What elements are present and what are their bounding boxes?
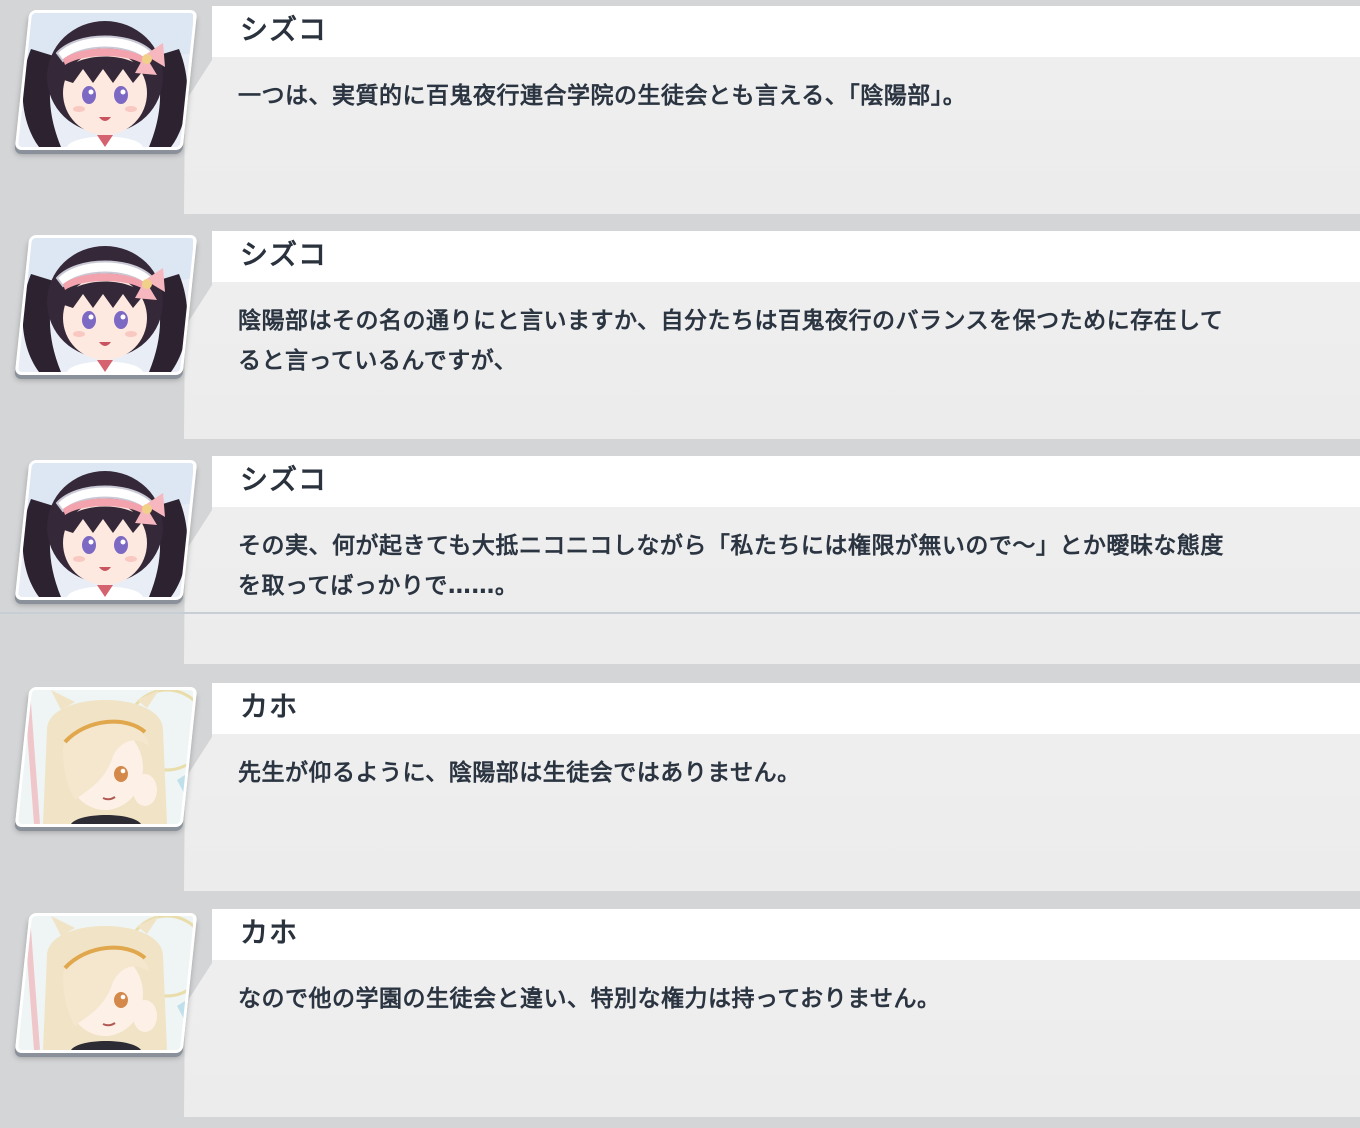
message-line: その実、何が起きても大抵ニコニコしながら「私たちには権限が無いので～」とか曖昧な… bbox=[238, 533, 1224, 559]
speaker-name: シズコ bbox=[240, 238, 328, 271]
message-line: 一つは、実質的に百鬼夜行連合学院の生徒会とも言える、「陰陽部」。 bbox=[238, 83, 967, 109]
speaker-name-strip bbox=[212, 456, 1360, 507]
message-line: 陰陽部はその名の通りにと言いますか、自分たちは百鬼夜行のバランスを保つために存在… bbox=[238, 308, 1224, 334]
speaker-name: カホ bbox=[240, 690, 299, 723]
shizuko-portrait[interactable] bbox=[14, 235, 198, 375]
speaker-name-strip bbox=[212, 683, 1360, 734]
shizuko-portrait[interactable] bbox=[14, 10, 198, 150]
kaho-portrait-image bbox=[17, 690, 193, 824]
shizuko-portrait[interactable] bbox=[14, 460, 198, 600]
speaker-name-strip bbox=[212, 231, 1360, 282]
message-entry: シズコ 陰陽部はその名の通りにと言いますか、自分たちは百鬼夜行のバランスを保つた… bbox=[0, 225, 1360, 450]
shizuko-portrait-image bbox=[17, 13, 193, 147]
kaho-portrait[interactable] bbox=[14, 913, 198, 1053]
speaker-name: シズコ bbox=[240, 13, 328, 46]
shizuko-portrait-image bbox=[17, 238, 193, 372]
speaker-name: カホ bbox=[240, 916, 299, 949]
message-text: その実、何が起きても大抵ニコニコしながら「私たちには権限が無いので～」とか曖昧な… bbox=[238, 526, 1318, 606]
kaho-portrait-image bbox=[17, 916, 193, 1050]
message-line: ると言っているんですが、 bbox=[238, 348, 518, 374]
speaker-name: シズコ bbox=[240, 463, 328, 496]
kaho-portrait[interactable] bbox=[14, 687, 198, 827]
message-line: を取ってばっかりで……。 bbox=[238, 573, 519, 599]
message-entry: シズコ その実、何が起きても大抵ニコニコしながら「私たちには権限が無いので～」と… bbox=[0, 450, 1360, 675]
message-text: 先生が仰るように、陰陽部は生徒会ではありません。 bbox=[238, 753, 1318, 793]
conversation-log[interactable]: シズコ 一つは、実質的に百鬼夜行連合学院の生徒会とも言える、「陰陽部」。 シズコ… bbox=[0, 0, 1360, 1117]
message-text: 陰陽部はその名の通りにと言いますか、自分たちは百鬼夜行のバランスを保つために存在… bbox=[238, 301, 1318, 381]
message-line: なので他の学園の生徒会と違い、特別な権力は持っておりません。 bbox=[238, 986, 941, 1012]
message-text: 一つは、実質的に百鬼夜行連合学院の生徒会とも言える、「陰陽部」。 bbox=[238, 76, 1318, 116]
message-entry: カホ 先生が仰るように、陰陽部は生徒会ではありません。 bbox=[0, 677, 1360, 902]
scroll-seam-divider bbox=[0, 612, 1360, 614]
speaker-name-strip bbox=[212, 6, 1360, 57]
message-entry: カホ なので他の学園の生徒会と違い、特別な権力は持っておりません。 bbox=[0, 903, 1360, 1128]
shizuko-portrait-image bbox=[17, 463, 193, 597]
speaker-name-strip bbox=[212, 909, 1360, 960]
message-line: 先生が仰るように、陰陽部は生徒会ではありません。 bbox=[238, 760, 801, 786]
message-entry: シズコ 一つは、実質的に百鬼夜行連合学院の生徒会とも言える、「陰陽部」。 bbox=[0, 0, 1360, 225]
message-text: なので他の学園の生徒会と違い、特別な権力は持っておりません。 bbox=[238, 979, 1318, 1019]
